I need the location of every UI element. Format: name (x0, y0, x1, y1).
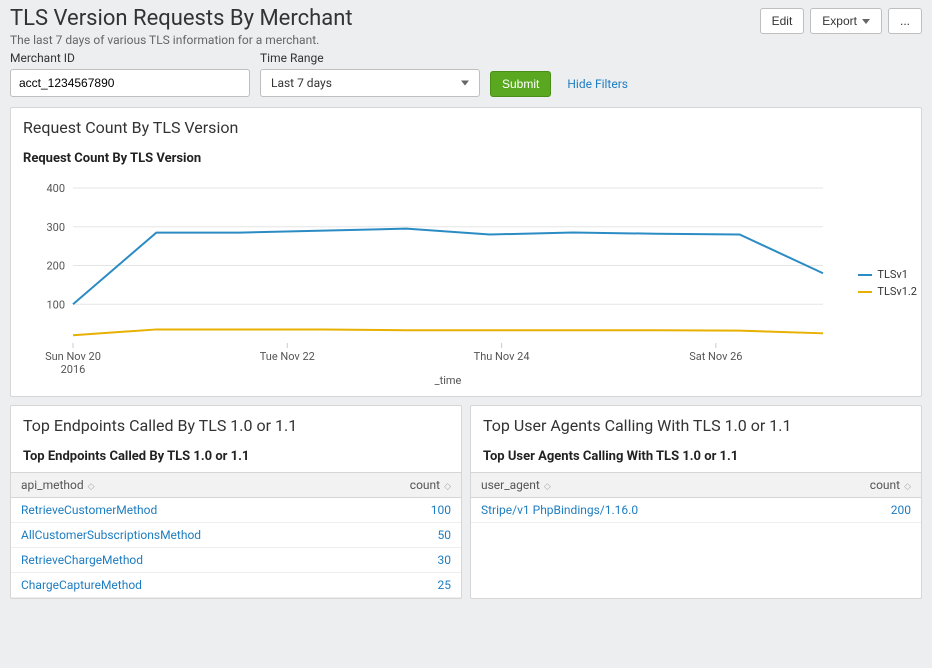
endpoints-table: api_method ◇ count ◇ RetrieveCustomerMetho… (11, 472, 461, 598)
endpoints-panel: Top Endpoints Called By TLS 1.0 or 1.1 T… (10, 405, 462, 599)
table-row: RetrieveChargeMethod 30 (11, 548, 461, 573)
col-count-label: count (410, 478, 440, 492)
col-method-label: api_method (21, 478, 84, 492)
table-row: RetrieveCustomerMethod 100 (11, 498, 461, 523)
sort-icon: ◇ (444, 483, 451, 492)
svg-text:Sat Nov 26: Sat Nov 26 (689, 350, 742, 363)
api-method-link[interactable]: ChargeCaptureMethod (21, 578, 142, 592)
useragents-col-count[interactable]: count ◇ (805, 473, 921, 498)
col-ua-label: user_agent (481, 478, 540, 492)
api-method-cell: ChargeCaptureMethod (11, 573, 356, 598)
svg-text:300: 300 (46, 221, 65, 234)
time-range-value: Last 7 days (271, 76, 332, 90)
count-cell: 50 (356, 523, 461, 548)
legend-item[interactable]: TLSv1.2 (858, 285, 917, 298)
merchant-id-group: Merchant ID (10, 51, 250, 97)
useragents-panel-subtitle: Top User Agents Calling With TLS 1.0 or … (471, 439, 921, 472)
svg-text:Tue Nov 22: Tue Nov 22 (260, 350, 315, 363)
chart-wrap: 100 200 300 400 Sun Nov 202016 Tue Nov 22 Thu … (11, 174, 921, 396)
useragents-table: user_agent ◇ count ◇ Stripe/v1 PhpBindings… (471, 472, 921, 523)
endpoints-panel-title: Top Endpoints Called By TLS 1.0 or 1.1 (11, 406, 461, 439)
api-method-cell: AllCustomerSubscriptionsMethod (11, 523, 356, 548)
time-range-group: Time Range Last 7 days (260, 51, 480, 97)
count-cell: 200 (805, 498, 921, 523)
count-cell: 30 (356, 548, 461, 573)
chevron-down-icon (461, 81, 469, 86)
endpoints-col-method[interactable]: api_method ◇ (11, 473, 356, 498)
bottom-row: Top Endpoints Called By TLS 1.0 or 1.1 T… (10, 405, 922, 599)
api-method-link[interactable]: AllCustomerSubscriptionsMethod (21, 528, 201, 542)
legend-label: TLSv1 (877, 268, 908, 281)
table-row: Stripe/v1 PhpBindings/1.16.0 200 (471, 498, 921, 523)
svg-text:400: 400 (46, 182, 65, 195)
endpoints-col-count[interactable]: count ◇ (356, 473, 461, 498)
header-actions: Edit Export ... (760, 8, 922, 34)
more-button[interactable]: ... (888, 8, 922, 34)
api-method-link[interactable]: RetrieveChargeMethod (21, 553, 143, 567)
legend-label: TLSv1.2 (877, 285, 917, 298)
merchant-id-input[interactable] (10, 69, 250, 97)
svg-text:_time: _time (435, 374, 462, 387)
svg-text:100: 100 (46, 298, 65, 311)
chevron-down-icon (862, 19, 870, 24)
filters-row: Merchant ID Time Range Last 7 days Submi… (0, 47, 932, 107)
chart-legend: TLSv1 TLSv1.2 (858, 268, 917, 302)
sort-icon: ◇ (544, 483, 551, 492)
hide-filters-link[interactable]: Hide Filters (561, 71, 634, 97)
header-left: TLS Version Requests By Merchant The las… (10, 6, 353, 47)
col-count-label: count (870, 478, 900, 492)
count-cell: 100 (356, 498, 461, 523)
page-header: TLS Version Requests By Merchant The las… (0, 0, 932, 47)
user-agent-cell: Stripe/v1 PhpBindings/1.16.0 (471, 498, 805, 523)
chart-panel-subtitle: Request Count By TLS Version (11, 141, 921, 174)
svg-text:Thu Nov 24: Thu Nov 24 (474, 350, 530, 363)
api-method-cell: RetrieveCustomerMethod (11, 498, 356, 523)
useragents-panel: Top User Agents Calling With TLS 1.0 or … (470, 405, 922, 599)
user-agent-link[interactable]: Stripe/v1 PhpBindings/1.16.0 (481, 503, 638, 517)
submit-button[interactable]: Submit (490, 71, 551, 97)
chart-panel-title: Request Count By TLS Version (11, 108, 921, 141)
api-method-link[interactable]: RetrieveCustomerMethod (21, 503, 157, 517)
page-title: TLS Version Requests By Merchant (10, 6, 353, 31)
svg-text:Sun Nov 20: Sun Nov 20 (45, 350, 101, 363)
legend-swatch (858, 291, 872, 293)
merchant-id-label: Merchant ID (10, 51, 250, 65)
panels: Request Count By TLS Version Request Cou… (0, 107, 932, 609)
table-row: ChargeCaptureMethod 25 (11, 573, 461, 598)
time-range-label: Time Range (260, 51, 480, 65)
endpoints-panel-subtitle: Top Endpoints Called By TLS 1.0 or 1.1 (11, 439, 461, 472)
export-button[interactable]: Export (810, 8, 882, 34)
sort-icon: ◇ (904, 483, 911, 492)
sort-icon: ◇ (88, 483, 95, 492)
legend-item[interactable]: TLSv1 (858, 268, 917, 281)
line-chart: 100 200 300 400 Sun Nov 202016 Tue Nov 22 Thu … (23, 178, 903, 388)
edit-button[interactable]: Edit (760, 8, 805, 34)
svg-text:200: 200 (46, 260, 65, 273)
count-cell: 25 (356, 573, 461, 598)
page-subtitle: The last 7 days of various TLS informati… (10, 33, 353, 47)
useragents-col-ua[interactable]: user_agent ◇ (471, 473, 805, 498)
chart-panel: Request Count By TLS Version Request Cou… (10, 107, 922, 397)
useragents-panel-title: Top User Agents Calling With TLS 1.0 or … (471, 406, 921, 439)
time-range-select[interactable]: Last 7 days (260, 69, 480, 97)
table-row: AllCustomerSubscriptionsMethod 50 (11, 523, 461, 548)
export-label: Export (822, 14, 857, 28)
api-method-cell: RetrieveChargeMethod (11, 548, 356, 573)
legend-swatch (858, 274, 872, 276)
svg-text:2016: 2016 (61, 363, 86, 376)
